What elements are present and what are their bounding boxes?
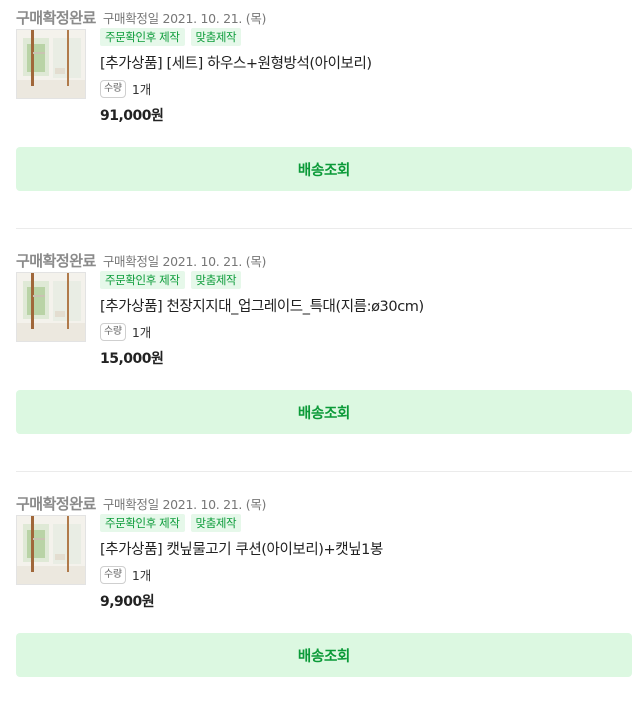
product-thumbnail[interactable] xyxy=(16,29,86,99)
product-name[interactable]: [추가상품] 천장지지대_업그레이드_특대(지름:ø30cm) xyxy=(100,295,424,316)
product-name[interactable]: [추가상품] [세트] 하우스+원형방석(아이보리) xyxy=(100,52,372,73)
confirm-date: 구매확정일 2021. 10. 21. (목) xyxy=(102,254,267,269)
order-divider xyxy=(16,471,632,472)
badge-group: 주문확인후 제작 맞춤제작 xyxy=(100,514,242,532)
made-after-order-badge: 주문확인후 제작 xyxy=(100,514,185,532)
custom-made-badge: 맞춤제작 xyxy=(190,271,242,289)
custom-made-badge: 맞춤제작 xyxy=(190,28,242,46)
quantity-value: 1개 xyxy=(131,325,152,340)
product-photo-icon xyxy=(17,516,85,584)
track-delivery-button[interactable]: 배송조회 xyxy=(16,633,632,677)
quantity-row: 수량 1개 xyxy=(100,322,151,341)
quantity-label: 수량 xyxy=(100,565,126,584)
order-status-row: 구매확정완료 구매확정일 2021. 10. 21. (목) xyxy=(16,250,266,272)
order-divider xyxy=(16,228,632,229)
order-status-row: 구매확정완료 구매확정일 2021. 10. 21. (목) xyxy=(16,493,266,515)
product-photo-icon xyxy=(17,273,85,341)
quantity-value: 1개 xyxy=(131,82,152,97)
product-name[interactable]: [추가상품] 캣닢물고기 쿠션(아이보리)+캣닢1봉 xyxy=(100,538,383,559)
quantity-label: 수량 xyxy=(100,79,126,98)
track-delivery-button[interactable]: 배송조회 xyxy=(16,147,632,191)
badge-group: 주문확인후 제작 맞춤제작 xyxy=(100,271,242,289)
order-status: 구매확정완료 xyxy=(16,252,96,270)
product-photo-icon xyxy=(17,30,85,98)
product-price: 15,000원 xyxy=(100,351,164,367)
product-thumbnail[interactable] xyxy=(16,515,86,585)
quantity-value: 1개 xyxy=(131,568,152,583)
made-after-order-badge: 주문확인후 제작 xyxy=(100,271,185,289)
track-delivery-button[interactable]: 배송조회 xyxy=(16,390,632,434)
quantity-row: 수량 1개 xyxy=(100,79,151,98)
order-status: 구매확정완료 xyxy=(16,9,96,27)
product-thumbnail[interactable] xyxy=(16,272,86,342)
custom-made-badge: 맞춤제작 xyxy=(190,514,242,532)
order-status: 구매확정완료 xyxy=(16,495,96,513)
product-price: 9,900원 xyxy=(100,594,155,610)
badge-group: 주문확인후 제작 맞춤제작 xyxy=(100,28,242,46)
quantity-row: 수량 1개 xyxy=(100,565,151,584)
made-after-order-badge: 주문확인후 제작 xyxy=(100,28,185,46)
product-price: 91,000원 xyxy=(100,108,164,124)
order-status-row: 구매확정완료 구매확정일 2021. 10. 21. (목) xyxy=(16,7,266,29)
quantity-label: 수량 xyxy=(100,322,126,341)
confirm-date: 구매확정일 2021. 10. 21. (목) xyxy=(102,11,267,26)
confirm-date: 구매확정일 2021. 10. 21. (목) xyxy=(102,497,267,512)
